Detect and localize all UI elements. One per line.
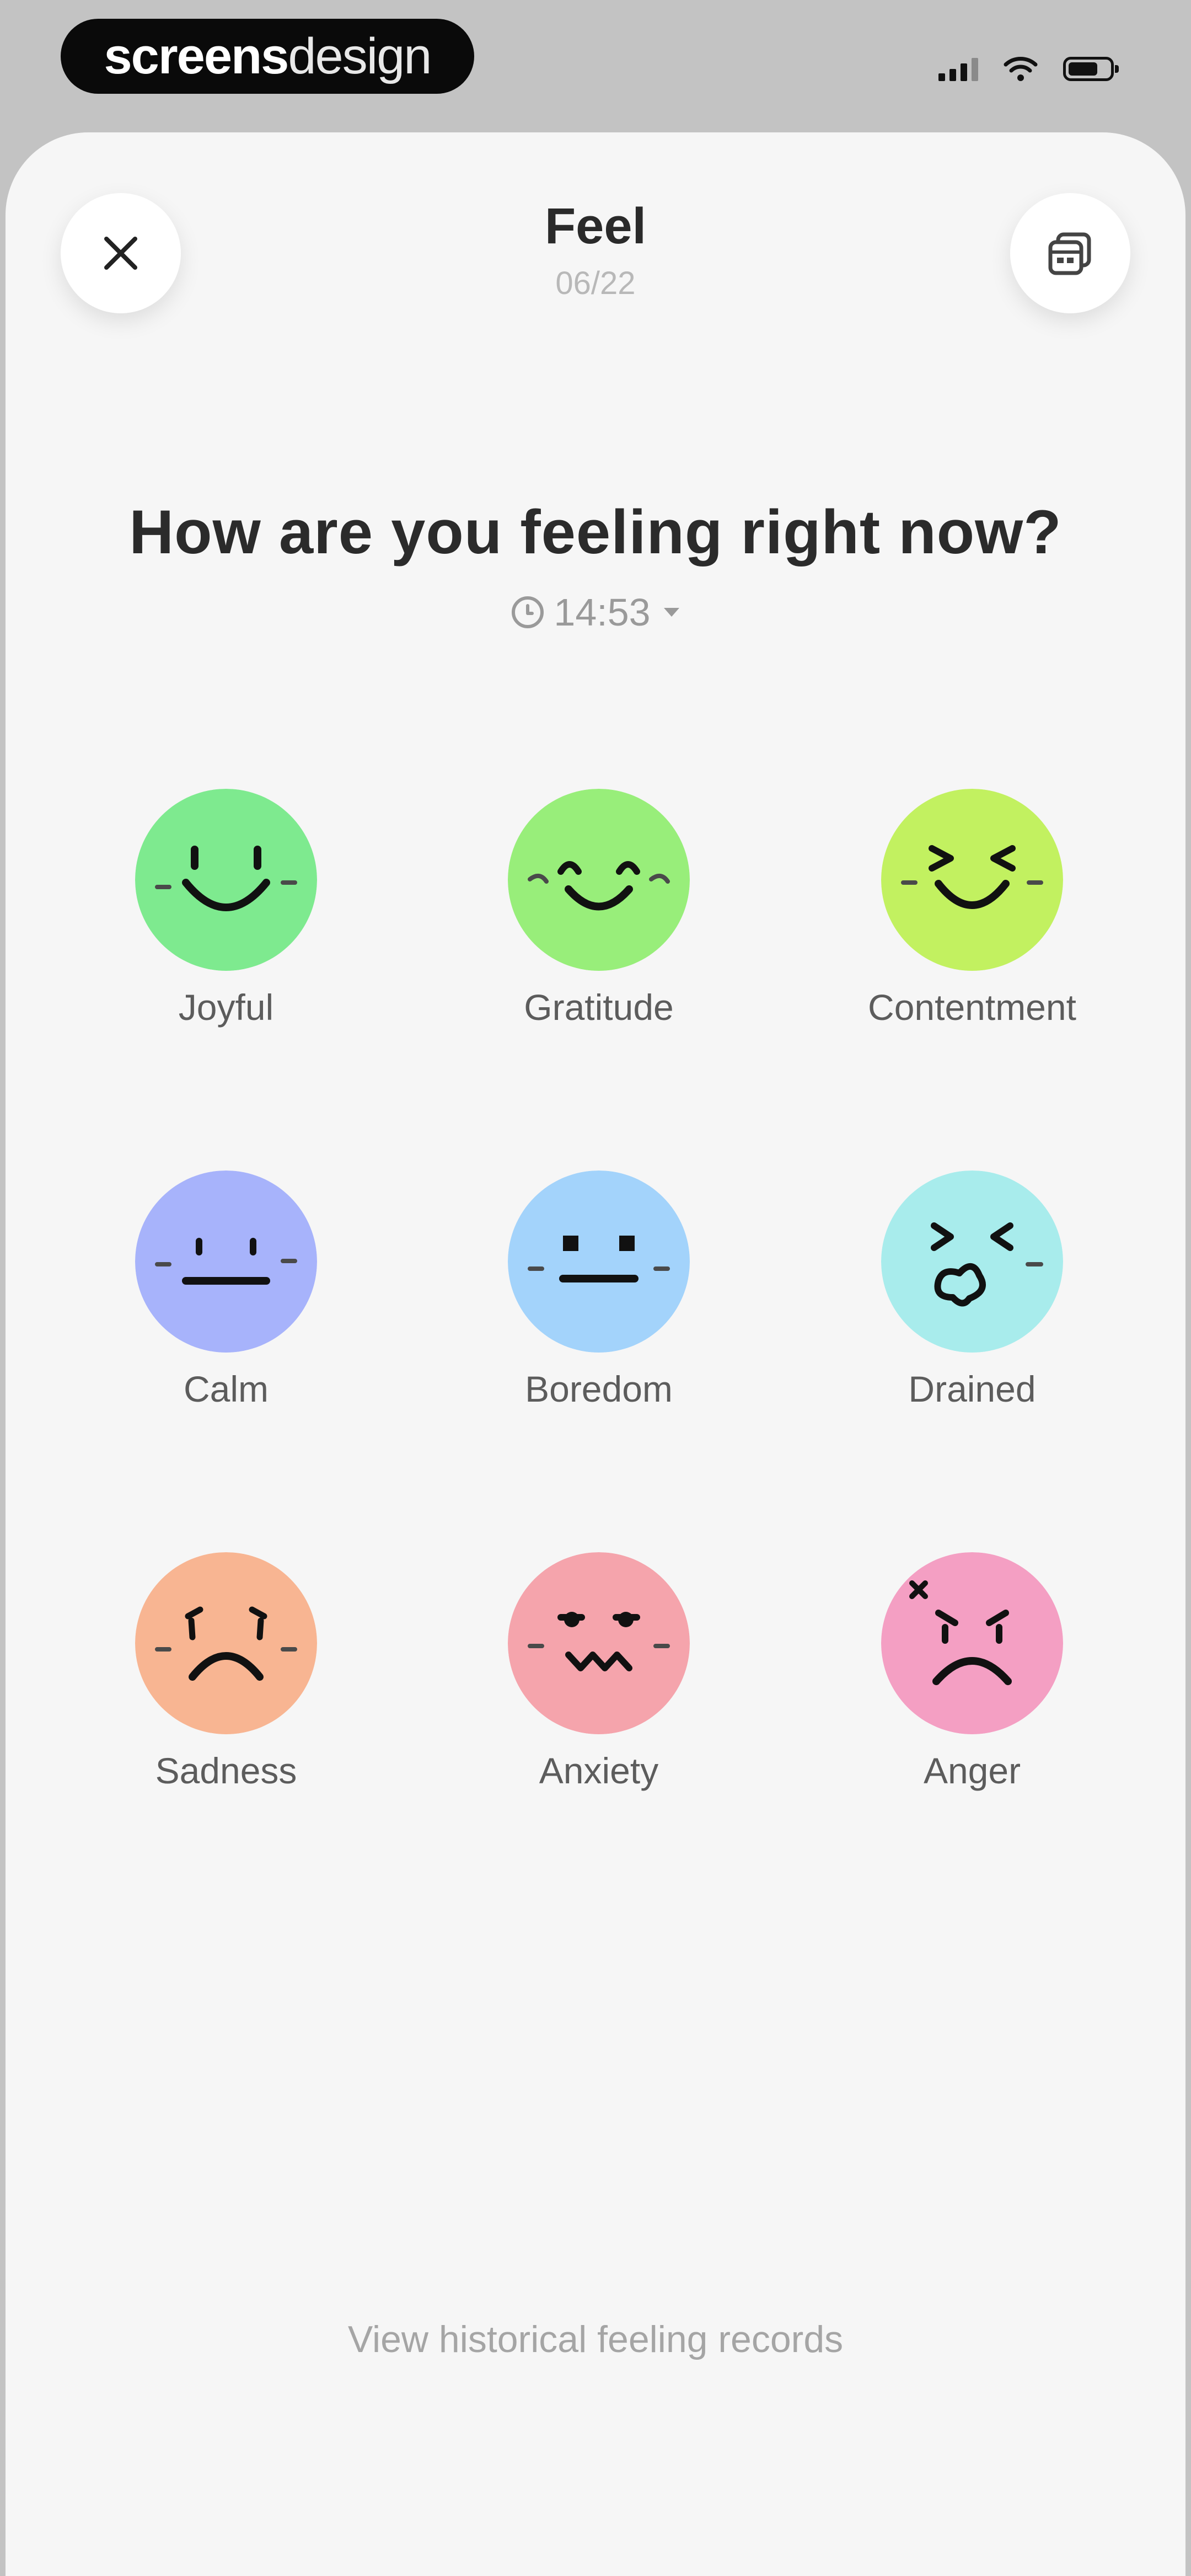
feeling-question: How are you feeling right now? <box>129 498 1062 566</box>
page-date: 06/22 <box>555 265 636 301</box>
mood-calm[interactable]: Calm <box>110 1171 342 1410</box>
feel-sheet: Feel 06/22 How are you feeling right now… <box>6 132 1185 2576</box>
phone-screen: screensdesign Feel 06/22 How are you fee… <box>0 0 1191 2576</box>
mood-label: Anger <box>923 1750 1021 1791</box>
joyful-face-icon <box>135 789 317 971</box>
calendar-icon <box>1048 232 1091 275</box>
mood-anxiety[interactable]: Anxiety <box>483 1552 715 1792</box>
cellular-signal-icon <box>938 57 978 81</box>
time-selector[interactable]: 14:53 <box>6 590 1185 634</box>
mood-label: Anxiety <box>539 1750 659 1791</box>
anger-face-icon <box>881 1552 1063 1734</box>
mood-label: Boredom <box>525 1369 673 1409</box>
mood-label: Drained <box>908 1369 1036 1409</box>
clock-icon <box>512 596 544 628</box>
mood-boredom[interactable]: Boredom <box>483 1171 715 1410</box>
brand-logo-light: design <box>288 28 432 84</box>
sadness-face-icon <box>135 1552 317 1734</box>
time-value: 14:53 <box>554 591 651 634</box>
calm-face-icon <box>135 1171 317 1353</box>
mood-gratitude[interactable]: Gratitude <box>483 789 715 1028</box>
mood-label: Joyful <box>178 987 274 1028</box>
wifi-icon <box>1004 57 1038 81</box>
mood-label: Calm <box>183 1369 269 1409</box>
status-icons <box>938 50 1119 88</box>
brand-logo: screensdesign <box>61 19 474 94</box>
mood-joyful[interactable]: Joyful <box>110 789 342 1028</box>
mood-drained[interactable]: Drained <box>856 1171 1088 1410</box>
status-bar: screensdesign <box>0 0 1191 127</box>
mood-label: Gratitude <box>524 987 674 1028</box>
mood-label: Sadness <box>155 1750 297 1791</box>
calendar-button[interactable] <box>1010 193 1130 313</box>
view-history-link[interactable]: View historical feeling records <box>6 2318 1185 2361</box>
boredom-face-icon <box>508 1171 690 1353</box>
battery-icon <box>1063 57 1119 81</box>
mood-anger[interactable]: Anger <box>856 1552 1088 1792</box>
anxiety-face-icon <box>508 1552 690 1734</box>
mood-contentment[interactable]: Contentment <box>856 789 1088 1028</box>
contentment-face-icon <box>881 789 1063 971</box>
brand-logo-bold: screens <box>104 28 289 84</box>
page-title: Feel <box>544 198 647 254</box>
gratitude-face-icon <box>508 789 690 971</box>
mood-label: Contentment <box>868 987 1076 1028</box>
chevron-down-icon <box>663 608 679 617</box>
mood-sadness[interactable]: Sadness <box>110 1552 342 1792</box>
drained-face-icon <box>881 1171 1063 1353</box>
